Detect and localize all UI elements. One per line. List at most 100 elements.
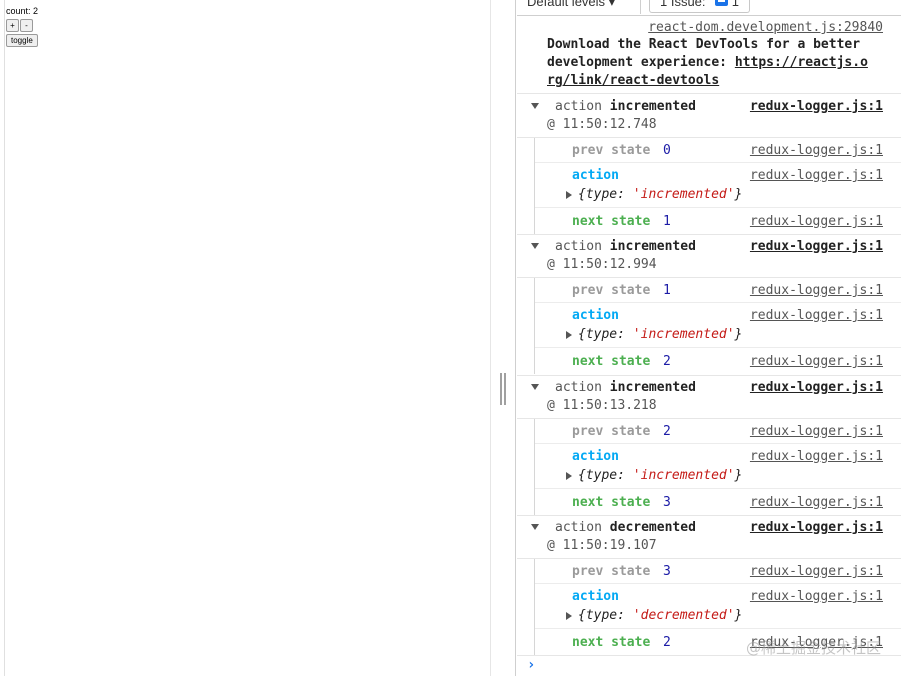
type-key: type: [585,608,625,623]
type-value: 'decremented' [632,608,735,623]
devtools-console: Default levels ▾ 1 Issue: 1 react-dom.de… [517,0,901,676]
action-label: action [572,589,619,604]
next-state-label: next state [572,635,651,650]
action-timestamp: @ 11:50:13.218 [547,398,657,413]
prev-state-value: 3 [663,564,671,579]
entry-divider [535,488,901,489]
devtools-intro-message: react-dom.development.js:29840 Download … [517,18,901,92]
collapse-triangle-icon[interactable] [531,524,539,530]
group-header[interactable]: action decremented [555,520,696,535]
type-value: 'incremented' [632,187,735,202]
action-object[interactable]: {type: 'incremented'} [578,187,742,202]
log-source-link[interactable]: redux-logger.js:1 [750,564,883,579]
log-source-link[interactable]: redux-logger.js:1 [750,283,883,298]
group-prefix: action [555,99,602,114]
log-source-link[interactable]: redux-logger.js:1 [750,589,883,604]
issues-label: 1 Issue: [660,0,706,9]
type-value: 'incremented' [632,468,735,483]
log-source-link[interactable]: redux-logger.js:1 [750,308,883,323]
log-source-link[interactable]: redux-logger.js:1 [750,449,883,464]
type-value: 'incremented' [632,327,735,342]
expand-triangle-icon[interactable] [566,472,572,480]
action-label: action [572,449,619,464]
action-name: decremented [609,520,696,535]
action-name: incremented [609,239,696,254]
next-state-label: next state [572,495,651,510]
collapse-triangle-icon[interactable] [531,103,539,109]
action-name: incremented [609,99,696,114]
log-source-link[interactable]: redux-logger.js:1 [750,495,883,510]
count-display: count: 2 [6,6,39,16]
watermark: @稀土掘金技术社区 [745,639,881,657]
group-source-link[interactable]: redux-logger.js:1 [750,99,883,114]
app-viewport: count: 2 + - toggle [4,0,491,676]
collapse-triangle-icon[interactable] [531,384,539,390]
action-group: action incremented redux-logger.js:1 @ 1… [517,94,901,234]
group-indent-guide [534,559,535,655]
message-divider [517,558,901,559]
prev-state-label: prev state [572,143,651,158]
source-link[interactable]: react-dom.development.js:29840 [648,20,883,35]
decrement-button[interactable]: - [20,19,33,32]
action-object[interactable]: {type: 'decremented'} [578,608,742,623]
increment-button[interactable]: + [6,19,19,32]
group-prefix: action [555,520,602,535]
next-state-value: 2 [663,354,671,369]
action-object[interactable]: {type: 'incremented'} [578,327,742,342]
expand-triangle-icon[interactable] [566,612,572,620]
message-divider [517,277,901,278]
console-prompt-icon[interactable]: › [527,657,535,673]
group-header[interactable]: action incremented [555,99,696,114]
next-state-value: 2 [663,635,671,650]
action-object[interactable]: {type: 'incremented'} [578,468,742,483]
log-source-link[interactable]: redux-logger.js:1 [750,143,883,158]
log-source-link[interactable]: redux-logger.js:1 [750,354,883,369]
group-source-link[interactable]: redux-logger.js:1 [750,380,883,395]
devtools-link-part-1[interactable]: https://reactjs.o [735,55,868,70]
log-levels-dropdown[interactable]: Default levels ▾ [527,0,615,10]
group-header[interactable]: action incremented [555,239,696,254]
next-state-value: 1 [663,214,671,229]
toolbar-divider [640,0,641,14]
entry-divider [535,628,901,629]
log-source-link[interactable]: redux-logger.js:1 [750,214,883,229]
action-group: action decremented redux-logger.js:1 @ 1… [517,515,901,655]
prev-state-value: 0 [663,143,671,158]
group-source-link[interactable]: redux-logger.js:1 [750,520,883,535]
issue-message-icon [715,0,729,6]
group-header[interactable]: action incremented [555,380,696,395]
prev-state-value: 1 [663,283,671,298]
action-label: action [572,308,619,323]
splitter-grip-icon[interactable] [500,373,506,405]
type-key: type: [585,327,625,342]
action-name: incremented [609,380,696,395]
devtools-link-part-2[interactable]: rg/link/react-devtools [547,73,719,88]
group-indent-guide [534,419,535,515]
action-group: action incremented redux-logger.js:1 @ 1… [517,234,901,374]
log-source-link[interactable]: redux-logger.js:1 [750,424,883,439]
prev-state-label: prev state [572,564,651,579]
toggle-button[interactable]: toggle [6,34,38,47]
pane-splitter[interactable] [491,0,516,676]
entry-divider [535,347,901,348]
action-timestamp: @ 11:50:12.994 [547,257,657,272]
next-state-label: next state [572,354,651,369]
group-source-link[interactable]: redux-logger.js:1 [750,239,883,254]
message-divider [517,137,901,138]
entry-divider [535,162,901,163]
prev-state-label: prev state [572,424,651,439]
issues-button[interactable]: 1 Issue: 1 [649,0,751,13]
console-toolbar: Default levels ▾ 1 Issue: 1 [517,0,901,16]
entry-divider [535,207,901,208]
next-state-label: next state [572,214,651,229]
expand-triangle-icon[interactable] [566,331,572,339]
collapse-triangle-icon[interactable] [531,243,539,249]
type-key: type: [585,187,625,202]
action-timestamp: @ 11:50:19.107 [547,538,657,553]
issues-count: 1 [731,0,740,9]
entry-divider [535,302,901,303]
action-group: action incremented redux-logger.js:1 @ 1… [517,375,901,515]
message-divider [517,418,901,419]
log-source-link[interactable]: redux-logger.js:1 [750,168,883,183]
expand-triangle-icon[interactable] [566,191,572,199]
